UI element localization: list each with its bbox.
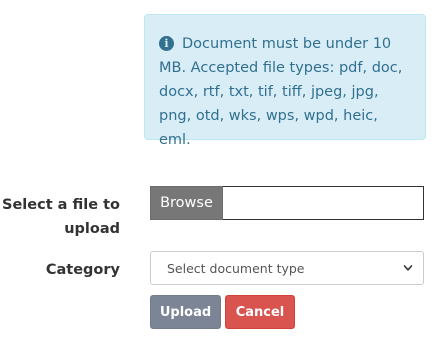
file-field-label: Select a file to upload [2, 197, 120, 237]
chevron-down-icon [403, 265, 413, 271]
alert-text: Document must be under 10 MB. Accepted f… [159, 36, 403, 148]
upload-form: i Document must be under 10 MB. Accepted … [0, 0, 442, 348]
category-select[interactable]: Select document type [150, 251, 424, 285]
file-requirements-alert: i Document must be under 10 MB. Accepted … [144, 14, 426, 148]
file-picker: Browse [150, 186, 424, 220]
category-label: Category [45, 262, 120, 278]
cancel-button[interactable]: Cancel [225, 295, 295, 329]
browse-button[interactable]: Browse [150, 186, 223, 220]
file-path-input[interactable] [223, 186, 424, 220]
upload-button[interactable]: Upload [150, 295, 221, 329]
info-icon: i [159, 36, 174, 51]
category-select-value: Select document type [167, 260, 305, 276]
